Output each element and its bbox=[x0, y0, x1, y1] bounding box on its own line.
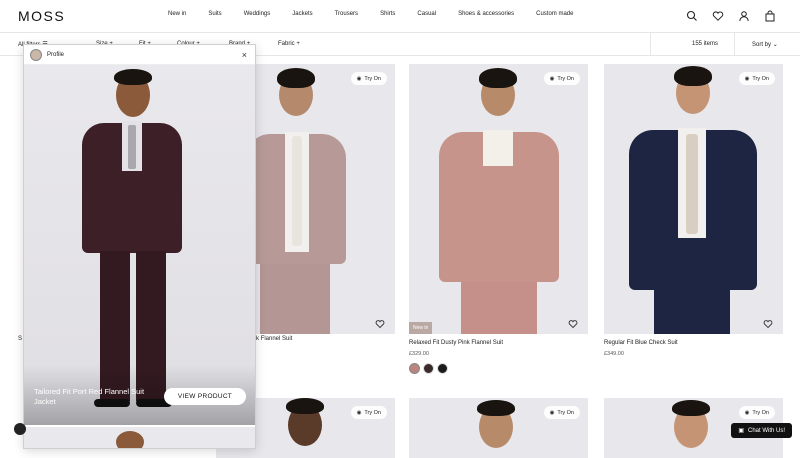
model-hair bbox=[674, 66, 712, 86]
nav-shirts[interactable]: Shirts bbox=[380, 11, 395, 17]
tie bbox=[128, 125, 136, 169]
nav-jackets[interactable]: Jackets bbox=[292, 11, 312, 17]
product-image[interactable]: ◉ Try On New in bbox=[409, 64, 588, 334]
avatar bbox=[30, 48, 42, 61]
try-on-button[interactable]: ◉ Try On bbox=[350, 406, 387, 419]
product-price: £329.00 bbox=[409, 351, 429, 357]
swatch-dark-brown[interactable] bbox=[423, 363, 434, 374]
product-name[interactable]: Relaxed Fit Dusty Pink Flannel Suit bbox=[409, 340, 588, 346]
try-on-button[interactable]: ◉ Try On bbox=[738, 72, 775, 85]
camera-icon: ◉ bbox=[549, 75, 555, 82]
product-image[interactable]: ◉ Try On bbox=[409, 398, 588, 458]
try-on-label: Try On bbox=[557, 75, 574, 82]
site-header: MOSS New in Suits Weddings Jackets Trous… bbox=[0, 0, 800, 32]
heart-icon[interactable] bbox=[712, 9, 724, 21]
camera-icon: ◉ bbox=[356, 409, 362, 416]
product-card[interactable]: ◉ Try On Regular Fit Blue Check Suit £349… bbox=[604, 64, 783, 357]
product-name-cut: S bbox=[18, 336, 23, 342]
try-on-button[interactable]: ◉ Try On bbox=[543, 406, 580, 419]
fabric-filter-label: Fabric bbox=[278, 41, 295, 47]
try-on-label: Try On bbox=[557, 409, 574, 416]
try-on-button[interactable]: ◉ Try On bbox=[738, 406, 775, 419]
trousers bbox=[461, 274, 537, 334]
product-card[interactable]: ◉ Try On New in Relaxed Fit Dusty Pink Fl… bbox=[409, 64, 588, 374]
model-hair bbox=[672, 400, 710, 416]
plus-icon: + bbox=[296, 41, 300, 47]
profile-panel: Profile × Tailored Fit Port Red Flannel … bbox=[23, 44, 256, 449]
try-on-button[interactable]: ◉ Try On bbox=[350, 72, 387, 85]
product-price: £349.00 bbox=[604, 351, 624, 357]
trousers bbox=[260, 254, 330, 334]
panel-title: Profile bbox=[47, 51, 65, 58]
try-on-label: Try On bbox=[364, 75, 381, 82]
product-name[interactable]: Regular Fit Blue Check Suit bbox=[604, 340, 783, 346]
view-product-button[interactable]: VIEW PRODUCT bbox=[164, 388, 246, 405]
new-in-badge: New in bbox=[409, 322, 433, 334]
heart-icon[interactable] bbox=[763, 316, 773, 329]
nav-casual[interactable]: Casual bbox=[417, 11, 436, 17]
shirt bbox=[483, 130, 513, 166]
fabric-filter[interactable]: Fabric + bbox=[278, 41, 300, 47]
close-icon[interactable]: × bbox=[242, 50, 247, 60]
nav-shoes-accessories[interactable]: Shoes & accessories bbox=[458, 11, 514, 17]
next-profile-preview[interactable] bbox=[24, 425, 255, 448]
camera-icon: ◉ bbox=[549, 409, 555, 416]
tie bbox=[292, 136, 302, 246]
nav-weddings[interactable]: Weddings bbox=[244, 11, 271, 17]
nav-custom-made[interactable]: Custom made bbox=[536, 11, 573, 17]
user-icon[interactable] bbox=[738, 9, 750, 22]
sort-by-label: Sort by bbox=[752, 42, 772, 48]
tie bbox=[686, 134, 698, 234]
item-count: 155 items bbox=[692, 41, 719, 47]
try-on-label: Try On bbox=[752, 409, 769, 416]
nav-trousers[interactable]: Trousers bbox=[335, 11, 358, 17]
try-on-label: Try On bbox=[752, 75, 769, 82]
product-caption: Tailored Fit Port Red Flannel Suit Jacke… bbox=[34, 387, 145, 406]
chat-label: Chat With Us! bbox=[747, 427, 785, 434]
try-on-label: Try On bbox=[364, 409, 381, 416]
bag-icon[interactable] bbox=[764, 9, 776, 22]
site-logo[interactable]: MOSS bbox=[18, 8, 65, 24]
camera-icon: ◉ bbox=[744, 75, 750, 82]
model-hair bbox=[114, 69, 152, 85]
model-hair bbox=[286, 398, 324, 414]
divider bbox=[734, 33, 735, 55]
nav-new-in[interactable]: New in bbox=[168, 11, 186, 17]
main-nav: New in Suits Weddings Jackets Trousers S… bbox=[168, 11, 595, 17]
search-icon[interactable] bbox=[686, 9, 698, 21]
colour-swatches bbox=[409, 363, 588, 374]
model-head bbox=[116, 431, 144, 448]
swatch-dusty-pink[interactable] bbox=[409, 363, 420, 374]
heart-icon[interactable] bbox=[568, 316, 578, 329]
accessibility-icon[interactable] bbox=[14, 423, 26, 435]
swatch-black[interactable] bbox=[437, 363, 448, 374]
chat-icon: ▣ bbox=[738, 428, 744, 434]
model-hair bbox=[277, 68, 315, 88]
product-image[interactable]: ◉ Try On bbox=[604, 64, 783, 334]
product-name[interactable]: k Flannel Suit bbox=[256, 336, 292, 342]
camera-icon: ◉ bbox=[744, 409, 750, 416]
chat-button[interactable]: ▣ Chat With Us! bbox=[731, 423, 792, 438]
divider bbox=[650, 33, 651, 55]
panel-header: Profile bbox=[24, 45, 255, 65]
header-icons bbox=[686, 9, 776, 22]
chevron-down-icon: ⌄ bbox=[772, 42, 778, 48]
sort-by-dropdown[interactable]: Sort by ⌄ bbox=[752, 41, 778, 48]
camera-icon: ◉ bbox=[356, 75, 362, 82]
nav-suits[interactable]: Suits bbox=[208, 11, 221, 17]
model-hair bbox=[477, 400, 515, 416]
model-hair bbox=[479, 68, 517, 88]
product-card[interactable]: ◉ Try On bbox=[409, 398, 588, 458]
heart-icon[interactable] bbox=[375, 316, 385, 329]
try-on-button[interactable]: ◉ Try On bbox=[543, 72, 580, 85]
